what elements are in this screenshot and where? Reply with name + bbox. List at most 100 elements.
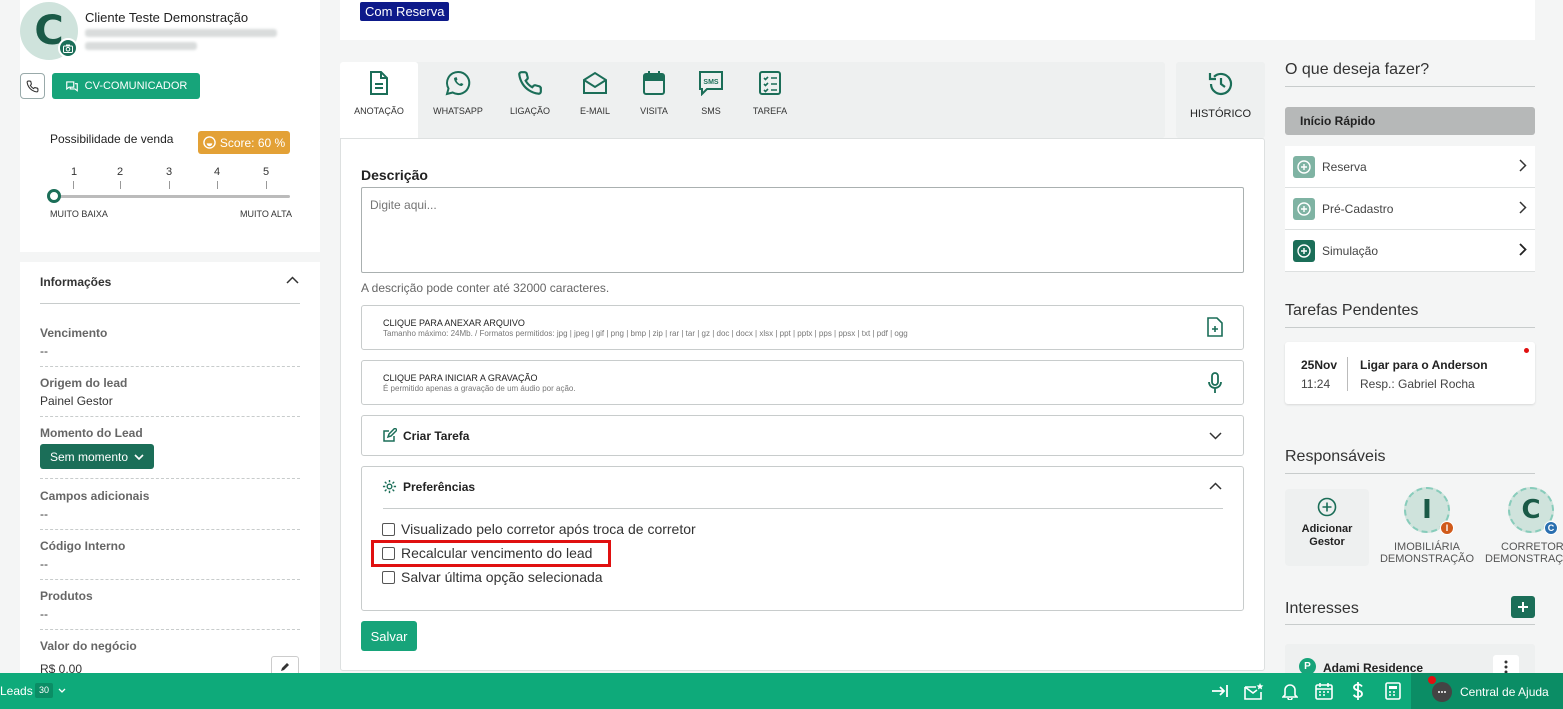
what-to-do-title: O que deseja fazer? <box>1285 61 1430 78</box>
camera-icon[interactable] <box>58 38 78 58</box>
field-label-vencimento: Vencimento <box>40 326 108 340</box>
highlight-box <box>371 540 611 567</box>
divider <box>40 366 300 367</box>
chevron-up-icon[interactable] <box>286 276 299 284</box>
high-label: MUITO ALTA <box>240 209 293 219</box>
momento-dropdown[interactable]: Sem momento <box>40 444 154 469</box>
dollar-icon[interactable] <box>1352 682 1364 700</box>
quick-action-simulacao[interactable]: Simulação <box>1285 230 1535 272</box>
divider <box>40 478 300 479</box>
field-value-produtos: -- <box>40 607 48 621</box>
option-label: Visualizado pelo corretor após troca de … <box>401 521 696 537</box>
document-icon <box>370 71 388 95</box>
quick-action-reserva[interactable]: Reserva <box>1285 146 1535 188</box>
divider <box>40 579 300 580</box>
scale-label-4: 4 <box>213 166 221 178</box>
tab-sms[interactable]: SMS SMS <box>681 62 741 138</box>
tab-email[interactable]: E-MAIL <box>565 62 625 138</box>
tab-label: TAREFA <box>752 106 788 116</box>
tab-tarefa[interactable]: TAREFA <box>740 62 800 138</box>
score-badge: Score: 60 % <box>198 131 290 154</box>
attach-title: CLIQUE PARA ANEXAR ARQUIVO <box>383 318 525 328</box>
divider <box>1285 86 1535 87</box>
tab-visita[interactable]: VISITA <box>624 62 684 138</box>
pending-tasks-title: Tarefas Pendentes <box>1285 302 1419 319</box>
save-button[interactable]: Salvar <box>361 621 417 651</box>
divider <box>1347 357 1348 391</box>
tab-historico[interactable]: HISTÓRICO <box>1176 62 1265 138</box>
responsavel-badge: C <box>1544 521 1558 535</box>
add-gestor-button[interactable]: Adicionar Gestor <box>1285 489 1369 566</box>
possibility-slider-track[interactable] <box>54 195 290 198</box>
checkbox[interactable] <box>382 570 395 584</box>
email-icon <box>583 71 607 94</box>
low-label: MUITO BAIXA <box>50 209 108 219</box>
scale-label-5: 5 <box>262 166 270 178</box>
plus-circle-icon <box>1317 497 1337 517</box>
plus-circle-icon <box>1293 239 1315 262</box>
divider <box>1285 473 1535 474</box>
gear-icon <box>382 479 397 494</box>
possibility-slider-knob[interactable] <box>47 189 61 203</box>
description-input[interactable] <box>361 187 1244 273</box>
leads-count-badge: 30 <box>35 683 53 698</box>
tab-label: ANOTAÇÃO <box>354 106 404 116</box>
edit-icon <box>383 428 397 442</box>
info-title: Informações <box>40 275 112 289</box>
preferences-section <box>361 466 1244 611</box>
cv-comunicador-button[interactable]: CV-COMUNICADOR <box>52 73 200 99</box>
tab-whatsapp[interactable]: WHATSAPP <box>428 62 488 138</box>
momento-value: Sem momento <box>49 449 129 464</box>
possibility-title: Possibilidade de venda <box>50 132 174 146</box>
bell-icon[interactable] <box>1282 682 1298 700</box>
scale-label-3: 3 <box>165 166 173 178</box>
score-text: Score: 60 % <box>219 135 286 150</box>
collapse-icon[interactable] <box>1211 682 1229 700</box>
tab-label: SMS <box>701 106 721 116</box>
quick-action-label: Simulação <box>1322 243 1379 258</box>
chevron-right-icon <box>1519 159 1527 172</box>
record-title: CLIQUE PARA INICIAR A GRAVAÇÃO <box>383 373 538 383</box>
tab-label: VISITA <box>640 106 668 116</box>
phone-icon <box>518 71 542 95</box>
phone-icon <box>26 80 39 92</box>
responsavel-imobiliaria[interactable]: I I IMOBILIÁRIA DEMONSTRAÇÃO <box>1377 487 1477 565</box>
call-button[interactable] <box>20 73 45 99</box>
create-task-section[interactable] <box>361 415 1244 456</box>
calendar-icon[interactable] <box>1315 682 1333 700</box>
divider <box>40 629 300 630</box>
field-label-valor: Valor do negócio <box>40 639 137 653</box>
task-card[interactable] <box>1285 342 1535 404</box>
task-date: 25Nov <box>1301 358 1338 372</box>
chevron-up-icon[interactable] <box>1209 482 1222 490</box>
unread-dot <box>1524 348 1529 353</box>
create-task-header[interactable]: Criar Tarefa <box>382 428 469 443</box>
option-visualizado[interactable]: Visualizado pelo corretor após troca de … <box>382 521 696 537</box>
sms-icon: SMS <box>699 71 723 96</box>
cv-comunicador-label: CV-COMUNICADOR <box>84 80 188 92</box>
calculator-icon[interactable] <box>1385 682 1401 700</box>
option-salvar[interactable]: Salvar última opção selecionada <box>382 569 603 585</box>
responsavel-corretor[interactable]: C C CORRETOR DEMONSTRAÇ <box>1484 487 1563 565</box>
divider <box>383 508 1223 509</box>
add-interesse-button[interactable] <box>1511 596 1535 618</box>
leads-label[interactable]: Leads <box>0 684 33 698</box>
history-icon <box>1208 72 1232 96</box>
mail-star-icon[interactable] <box>1244 682 1264 700</box>
tab-label: LIGAÇÃO <box>509 106 550 116</box>
chevron-down-icon[interactable] <box>1209 432 1222 440</box>
tab-anotacao[interactable]: ANOTAÇÃO <box>340 62 418 138</box>
tab-ligacao[interactable]: LIGAÇÃO <box>500 62 560 138</box>
option-label: Salvar última opção selecionada <box>401 569 603 585</box>
help-center-label: Central de Ajuda <box>1460 685 1549 699</box>
checkbox[interactable] <box>382 522 395 536</box>
chat-icon <box>65 81 78 92</box>
chevron-down-icon[interactable] <box>58 688 66 693</box>
more-vertical-icon <box>1504 660 1508 674</box>
divider <box>1285 624 1535 625</box>
quick-action-pre-cadastro[interactable]: Pré-Cadastro <box>1285 188 1535 230</box>
preferences-header[interactable]: Preferências <box>382 479 475 494</box>
whatsapp-icon <box>445 70 471 96</box>
responsavel-name-line1: CORRETOR <box>1501 541 1563 553</box>
interesses-title: Interesses <box>1285 600 1359 617</box>
